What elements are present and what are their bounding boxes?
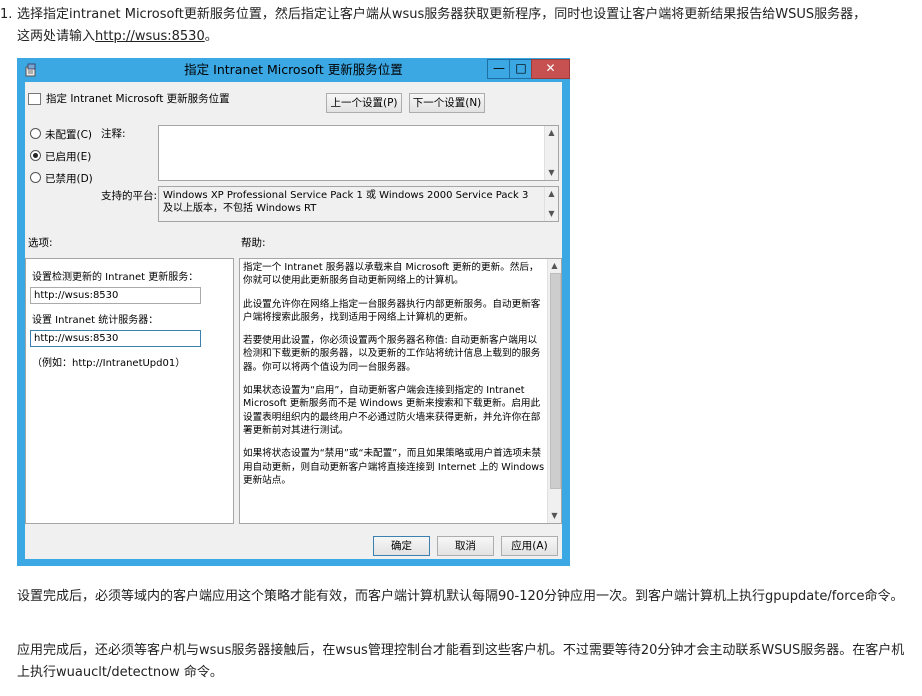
radio-not-configured-circle[interactable] xyxy=(30,128,41,139)
radio-enabled[interactable]: 已启用(E) xyxy=(30,150,91,164)
policy-dialog: 指定 Intranet Microsoft 更新服务位置 — □ ✕ 指定 In… xyxy=(17,58,570,566)
step-text-suffix: 。 xyxy=(204,29,218,44)
scroll-down-icon[interactable]: ▼ xyxy=(545,208,558,220)
scroll-down-icon[interactable]: ▼ xyxy=(545,167,558,179)
comment-textarea[interactable]: ▲ ▼ xyxy=(158,125,559,181)
step-text-prefix: 这两处请输入 xyxy=(17,29,96,44)
body-paragraph-3: 应用完成后，还必须等客户机与wsus服务器接触后，在wsus管理控制台才能看到这… xyxy=(17,643,905,680)
options-label: 选项: xyxy=(28,237,53,249)
radio-disabled[interactable]: 已禁用(D) xyxy=(30,172,93,186)
platform-label: 支持的平台: xyxy=(101,190,158,202)
step-text-line1: 选择指定intranet Microsoft更新服务位置，然后指定让客户端从ws… xyxy=(17,7,867,22)
dialog-client-area: 指定 Intranet Microsoft 更新服务位置 上一个设置(P) 下一… xyxy=(25,82,562,559)
step-number: 1. xyxy=(0,7,13,22)
platform-text: Windows XP Professional Service Pack 1 或… xyxy=(163,190,529,214)
radio-enabled-label: 已启用(E) xyxy=(45,151,92,163)
prev-setting-button[interactable]: 上一个设置(P) xyxy=(326,93,402,113)
radio-enabled-circle[interactable] xyxy=(30,150,41,161)
setting-header-title: 指定 Intranet Microsoft 更新服务位置 xyxy=(46,93,230,105)
cancel-button[interactable]: 取消 xyxy=(437,536,494,556)
help-paragraph: 如果将状态设置为“禁用”或“未配置”，而且如果策略或用户首选项未禁用自动更新，则… xyxy=(243,448,545,486)
help-label: 帮助: xyxy=(241,237,266,249)
radio-disabled-circle[interactable] xyxy=(30,172,41,183)
next-setting-button[interactable]: 下一个设置(N) xyxy=(409,93,485,113)
help-panel: 指定一个 Intranet 服务器以承载来自 Microsoft 更新的更新。然… xyxy=(239,258,562,524)
close-button[interactable]: ✕ xyxy=(531,59,570,79)
platform-box: Windows XP Professional Service Pack 1 或… xyxy=(158,186,559,222)
stats-server-label: 设置 Intranet 统计服务器： xyxy=(32,315,159,326)
help-paragraph: 如果状态设置为“启用”，自动更新客户端会连接到指定的 Intranet Micr… xyxy=(243,385,541,436)
minimize-button[interactable]: — xyxy=(487,59,511,79)
help-scrollbar[interactable]: ▲ ▼ xyxy=(547,259,561,523)
ok-button[interactable]: 确定 xyxy=(373,536,430,556)
setting-icon xyxy=(28,93,41,105)
platform-scrollbar[interactable]: ▲ ▼ xyxy=(544,187,558,221)
update-service-label: 设置检测更新的 Intranet 更新服务： xyxy=(32,272,199,283)
help-paragraph: 若要使用此设置，你必须设置两个服务器名称值: 自动更新客户端用以检测和下载更新的… xyxy=(243,335,541,373)
help-text: 指定一个 Intranet 服务器以承载来自 Microsoft 更新的更新。然… xyxy=(243,261,545,497)
maximize-button[interactable]: □ xyxy=(509,59,533,79)
options-panel: 设置检测更新的 Intranet 更新服务： http://wsus:8530 … xyxy=(25,258,234,524)
scroll-up-icon[interactable]: ▲ xyxy=(548,260,561,272)
comment-scrollbar[interactable]: ▲ ▼ xyxy=(544,126,558,180)
help-paragraph: 此设置允许你在网络上指定一台服务器执行内部更新服务。自动更新客户端将搜索此服务，… xyxy=(243,298,541,323)
dialog-titlebar[interactable]: 指定 Intranet Microsoft 更新服务位置 — □ ✕ xyxy=(17,58,570,82)
comment-label: 注释: xyxy=(101,128,126,140)
update-service-input[interactable]: http://wsus:8530 xyxy=(30,287,201,304)
wsus-url-link[interactable]: http://wsus:8530 xyxy=(95,29,205,44)
radio-not-configured[interactable]: 未配置(C) xyxy=(30,128,92,142)
stats-server-input[interactable]: http://wsus:8530 xyxy=(30,330,201,347)
example-text: （例如：http://IntranetUpd01） xyxy=(32,358,186,369)
scroll-up-icon[interactable]: ▲ xyxy=(545,127,558,139)
help-paragraph: 指定一个 Intranet 服务器以承载来自 Microsoft 更新的更新。然… xyxy=(243,262,539,287)
radio-disabled-label: 已禁用(D) xyxy=(45,173,93,185)
step-paragraph: 1. 选择指定intranet Microsoft更新服务位置，然后指定让客户端从… xyxy=(0,4,912,48)
scroll-down-icon[interactable]: ▼ xyxy=(548,510,561,522)
apply-button[interactable]: 应用(A) xyxy=(501,536,558,556)
body-paragraph-2: 设置完成后，必须等域内的客户端应用这个策略才能有效，而客户端计算机默认每隔90-… xyxy=(17,589,904,604)
scroll-up-icon[interactable]: ▲ xyxy=(545,188,558,200)
radio-not-configured-label: 未配置(C) xyxy=(45,129,93,141)
scroll-thumb[interactable] xyxy=(550,273,561,489)
